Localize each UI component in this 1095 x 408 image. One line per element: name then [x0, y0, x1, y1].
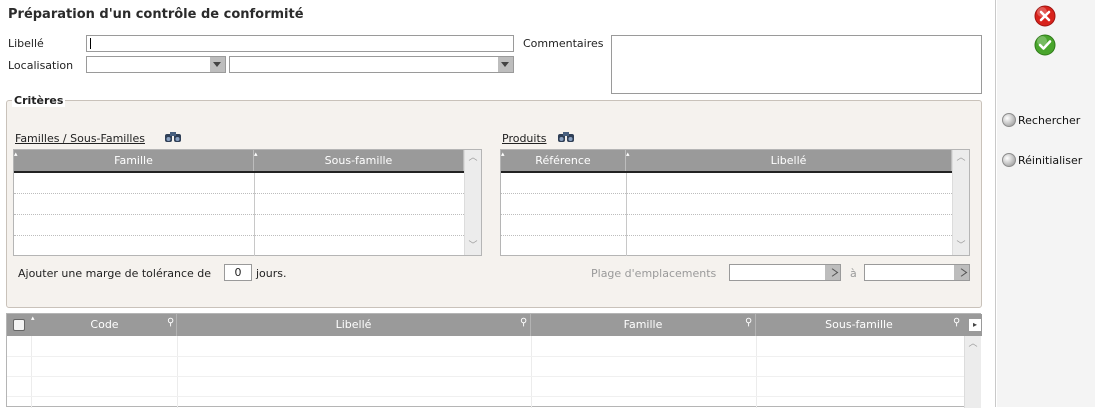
pin-icon: ▴ — [501, 150, 505, 158]
column-separator — [31, 336, 32, 408]
binoculars-icon[interactable] — [557, 129, 575, 143]
localisation-label: Localisation — [8, 59, 74, 72]
table-row[interactable] — [14, 193, 464, 194]
results-grid: ▴ Code ⚲ Libellé ⚲ Famille ⚲ Sous-famill… — [6, 313, 982, 408]
localisation-select-2[interactable] — [229, 56, 514, 73]
marge-prefix-label: Ajouter une marge de tolérance de — [18, 267, 212, 280]
column-menu-icon[interactable]: ▸ — [969, 319, 981, 331]
reinitialiser-label: Réinitialiser — [1018, 153, 1083, 167]
table-row[interactable] — [7, 356, 964, 357]
results-scrollbar[interactable]: ︿ — [964, 336, 981, 408]
scroll-down-icon[interactable]: ﹀ — [953, 239, 969, 253]
checkmark-icon[interactable] — [1034, 34, 1056, 56]
scroll-down-icon[interactable]: ﹀ — [465, 239, 481, 253]
magnifier-icon[interactable]: ⚲ — [167, 317, 174, 328]
select-all-checkbox[interactable] — [13, 319, 25, 331]
produits-col-reference[interactable]: Référence — [501, 150, 626, 171]
familles-link[interactable]: Familles / Sous-Familles — [15, 132, 145, 145]
marge-input[interactable]: 0 — [224, 264, 252, 281]
pin-icon: ▴ — [626, 150, 630, 158]
column-separator — [531, 336, 532, 408]
magnifier-icon[interactable]: ⚲ — [520, 317, 527, 328]
rechercher-button[interactable]: Rechercher — [1002, 113, 1080, 127]
commentaires-textarea[interactable] — [611, 35, 982, 94]
picker-icon[interactable] — [825, 265, 840, 280]
table-row[interactable] — [14, 214, 464, 215]
familles-scrollbar[interactable]: ︿ ﹀ — [464, 150, 481, 255]
familles-col-famille[interactable]: Famille — [14, 150, 254, 171]
results-col-famille[interactable]: Famille — [531, 314, 756, 336]
scroll-up-icon[interactable]: ︿ — [465, 151, 481, 165]
table-row[interactable] — [501, 235, 952, 236]
binoculars-icon[interactable] — [164, 129, 182, 143]
pin-icon: ▴ — [14, 150, 18, 158]
action-sidebar — [997, 0, 1095, 407]
chevron-down-icon[interactable] — [210, 57, 225, 72]
scroll-up-icon[interactable]: ︿ — [953, 151, 969, 165]
results-col-sous-famille[interactable]: Sous-famille — [756, 314, 962, 336]
scroll-up-icon[interactable]: ︿ — [965, 337, 981, 351]
libelle-label: Libellé — [8, 37, 44, 50]
column-separator — [177, 336, 178, 408]
chevron-down-icon[interactable] — [498, 57, 513, 72]
marge-suffix-label: jours. — [256, 267, 287, 280]
magnifier-icon[interactable]: ⚲ — [953, 317, 960, 328]
plage-to-input[interactable] — [864, 264, 970, 281]
criteres-legend: Critères — [12, 94, 66, 107]
header-underline — [14, 171, 464, 173]
produits-link[interactable]: Produits — [502, 132, 547, 145]
reinitialiser-button[interactable]: Réinitialiser — [1002, 153, 1082, 167]
plage-label: Plage d'emplacements — [591, 267, 717, 280]
pin-icon: ▴ — [254, 150, 258, 158]
results-col-code[interactable]: Code — [33, 314, 177, 336]
produits-col-libelle[interactable]: Libellé — [626, 150, 952, 171]
rechercher-label: Rechercher — [1018, 113, 1081, 127]
familles-grid: Famille Sous-famille ▴ ▴ ︿ ﹀ — [13, 149, 482, 256]
table-row[interactable] — [7, 376, 964, 377]
familles-grid-header: Famille Sous-famille ▴ ▴ — [14, 150, 464, 171]
magnifier-icon[interactable]: ⚲ — [745, 317, 752, 328]
close-icon[interactable] — [1034, 5, 1056, 27]
localisation-select-1[interactable] — [86, 56, 226, 73]
text-caret — [90, 38, 91, 49]
picker-icon[interactable] — [954, 265, 969, 280]
column-separator — [756, 336, 757, 408]
produits-grid-header: Référence Libellé ▴ ▴ — [501, 150, 952, 171]
results-col-libelle[interactable]: Libellé — [177, 314, 531, 336]
header-underline — [501, 171, 952, 173]
table-row[interactable] — [501, 193, 952, 194]
libelle-input[interactable] — [86, 35, 514, 52]
produits-grid: Référence Libellé ▴ ▴ ︿ ﹀ — [500, 149, 970, 256]
produits-scrollbar[interactable]: ︿ ﹀ — [952, 150, 969, 255]
table-row[interactable] — [501, 214, 952, 215]
table-row[interactable] — [14, 235, 464, 236]
radio-bullet-icon — [1002, 113, 1016, 127]
page-title: Préparation d'un contrôle de conformité — [8, 7, 304, 22]
plage-from-input[interactable] — [729, 264, 841, 281]
results-grid-header: ▴ Code ⚲ Libellé ⚲ Famille ⚲ Sous-famill… — [7, 314, 982, 336]
plage-separator: à — [850, 267, 857, 280]
familles-col-sous-famille[interactable]: Sous-famille — [254, 150, 464, 171]
commentaires-label: Commentaires — [523, 37, 604, 50]
table-row[interactable] — [7, 396, 964, 397]
radio-bullet-icon — [1002, 153, 1016, 167]
